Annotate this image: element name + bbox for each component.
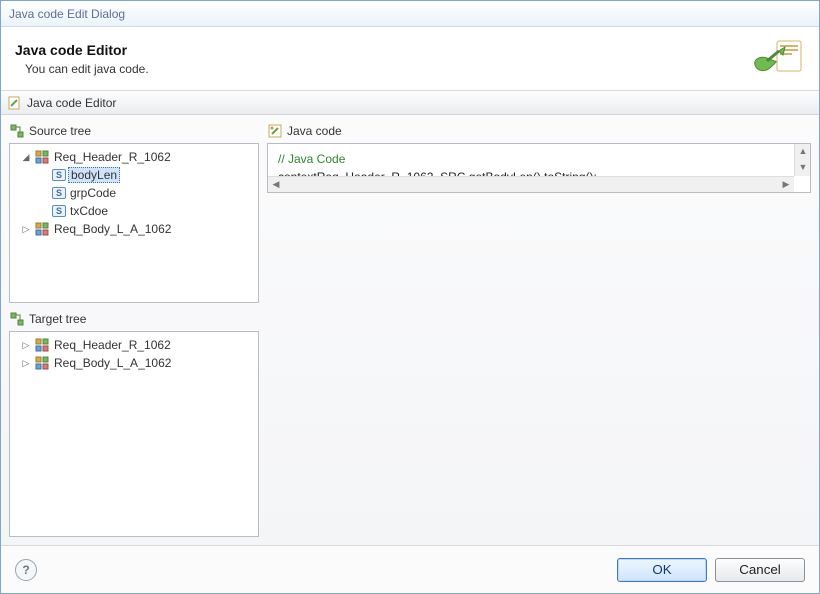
struct-icon bbox=[34, 337, 50, 353]
expander-expand-icon[interactable]: ▷ bbox=[20, 357, 32, 369]
expander-collapse-icon[interactable]: ◢ bbox=[20, 151, 32, 163]
scroll-up-icon[interactable]: ▲ bbox=[797, 146, 809, 158]
header-subtitle: You can edit java code. bbox=[25, 62, 149, 76]
string-field-icon: S bbox=[52, 187, 66, 199]
java-code-label: Java code bbox=[287, 124, 342, 138]
footer-buttons: OK Cancel bbox=[617, 558, 805, 582]
header-text: Java code Editor You can edit java code. bbox=[15, 42, 149, 76]
source-tree-label: Source tree bbox=[29, 124, 91, 138]
tree-node-target-header[interactable]: ▷ Req_Header_R_1062 bbox=[12, 336, 256, 354]
tree-node-req-header[interactable]: ◢ Req_Header_R_1062 bbox=[12, 148, 256, 166]
tree-icon bbox=[9, 123, 25, 139]
tree-node-label: bodyLen bbox=[68, 167, 120, 183]
tree-node-grpcode[interactable]: S grpCode bbox=[12, 184, 256, 202]
scroll-left-icon[interactable]: ◀ bbox=[270, 179, 282, 191]
code-icon bbox=[267, 123, 283, 139]
right-column: Java code // Java Code contextReq_Header… bbox=[267, 123, 811, 537]
source-tree[interactable]: ◢ Req_Header_R_1062 S bodyLen S grpCode bbox=[9, 143, 259, 303]
source-tree-panel: Source tree ◢ Req_Header_R_1062 S bodyLe… bbox=[9, 123, 259, 303]
code-editor-wrapper: // Java Code contextReq_Header_R_1062_SR… bbox=[267, 143, 811, 537]
header-title: Java code Editor bbox=[15, 42, 149, 58]
tree-node-target-body[interactable]: ▷ Req_Body_L_A_1062 bbox=[12, 354, 256, 372]
scroll-right-icon[interactable]: ▶ bbox=[780, 179, 792, 191]
tree-node-txcdoe[interactable]: S txCdoe bbox=[12, 202, 256, 220]
target-tree[interactable]: ▷ Req_Header_R_1062 ▷ Req_Body_L_A_1062 bbox=[9, 331, 259, 537]
code-editor[interactable]: // Java Code contextReq_Header_R_1062_SR… bbox=[267, 143, 811, 193]
horizontal-scrollbar[interactable]: ◀ ▶ bbox=[268, 176, 794, 192]
tree-icon bbox=[9, 311, 25, 327]
expander-expand-icon[interactable]: ▷ bbox=[20, 223, 32, 235]
cancel-button[interactable]: Cancel bbox=[715, 558, 805, 582]
string-field-icon: S bbox=[52, 205, 66, 217]
toolbar-label: Java code Editor bbox=[27, 96, 116, 110]
string-field-icon: S bbox=[52, 169, 66, 181]
tree-node-req-body[interactable]: ▷ Req_Body_L_A_1062 bbox=[12, 220, 256, 238]
target-tree-panel: Target tree ▷ Req_Header_R_1062 ▷ Req_Bo… bbox=[9, 311, 259, 537]
tree-node-bodylen[interactable]: S bodyLen bbox=[12, 166, 256, 184]
footer: ? OK Cancel bbox=[1, 545, 819, 593]
help-icon: ? bbox=[22, 563, 29, 577]
struct-icon bbox=[34, 221, 50, 237]
target-tree-label: Target tree bbox=[29, 312, 86, 326]
tree-node-label: Req_Body_L_A_1062 bbox=[52, 221, 173, 237]
tree-node-label: Req_Header_R_1062 bbox=[52, 149, 173, 165]
java-code-header: Java code bbox=[267, 123, 811, 139]
vertical-scrollbar[interactable]: ▲ ▼ bbox=[794, 144, 810, 176]
source-tree-header: Source tree bbox=[9, 123, 259, 139]
tree-node-label: txCdoe bbox=[68, 203, 110, 219]
help-button[interactable]: ? bbox=[15, 559, 37, 581]
editor-icon bbox=[7, 95, 23, 111]
tree-node-label: Req_Body_L_A_1062 bbox=[52, 355, 173, 371]
cancel-label: Cancel bbox=[739, 562, 781, 577]
tree-node-label: grpCode bbox=[68, 185, 118, 201]
header-panel: Java code Editor You can edit java code. bbox=[1, 27, 819, 91]
titlebar[interactable]: Java code Edit Dialog bbox=[1, 1, 819, 27]
code-comment: // Java Code bbox=[278, 150, 800, 168]
content-area: Source tree ◢ Req_Header_R_1062 S bodyLe… bbox=[1, 115, 819, 545]
dialog: Java code Edit Dialog Java code Editor Y… bbox=[0, 0, 820, 594]
dialog-title: Java code Edit Dialog bbox=[9, 7, 125, 21]
ok-button[interactable]: OK bbox=[617, 558, 707, 582]
struct-icon bbox=[34, 355, 50, 371]
expander-expand-icon[interactable]: ▷ bbox=[20, 339, 32, 351]
left-column: Source tree ◢ Req_Header_R_1062 S bodyLe… bbox=[9, 123, 259, 537]
java-editor-header-icon bbox=[749, 37, 805, 80]
ok-label: OK bbox=[652, 562, 671, 577]
toolbar: Java code Editor bbox=[1, 91, 819, 115]
target-tree-header: Target tree bbox=[9, 311, 259, 327]
scroll-down-icon[interactable]: ▼ bbox=[797, 162, 809, 174]
struct-icon bbox=[34, 149, 50, 165]
tree-node-label: Req_Header_R_1062 bbox=[52, 337, 173, 353]
